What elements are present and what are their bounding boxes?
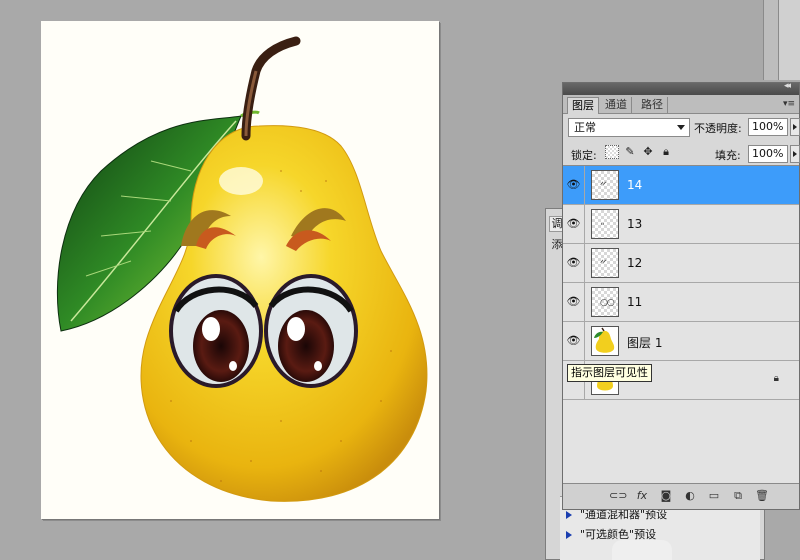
opacity-slider-button[interactable] — [790, 118, 800, 136]
layer-row[interactable]: 👁︎ ○○ 11 — [563, 283, 799, 322]
panel-dock-strip — [779, 0, 800, 80]
layer-name: 13 — [627, 217, 643, 231]
panel-menu-icon[interactable]: ▾≡ — [783, 99, 795, 109]
document-canvas[interactable] — [41, 21, 439, 519]
lock-transparent-icon[interactable] — [605, 145, 619, 159]
dropdown-arrow-icon — [677, 125, 685, 130]
tab-layers[interactable]: 图层 — [567, 97, 599, 114]
layer-row[interactable]: 👁︎ ᐟᐟ 14 — [563, 166, 799, 205]
eye-icon[interactable]: 👁︎ — [563, 166, 585, 204]
pear-artwork — [56, 36, 428, 502]
lock-icons: ✎ ✥ 🔒︎ — [605, 145, 673, 161]
opacity-input[interactable]: 100% — [748, 118, 788, 136]
trash-icon[interactable]: 🗑︎ — [753, 488, 771, 504]
layer-thumbnail: ᐟᐟ — [591, 248, 619, 278]
panel-tabs: 图层 通道 路径 ▾≡ — [563, 95, 799, 114]
lock-move-icon[interactable]: ✥ — [641, 145, 655, 159]
folder-icon[interactable]: ▭ — [705, 488, 723, 504]
pear-thumbnail — [591, 326, 619, 356]
new-layer-icon[interactable]: ⧉ — [729, 488, 747, 504]
footer-icons: ⊂⊃ fx ◙ ◐ ▭ ⧉ 🗑︎ — [609, 488, 771, 504]
layer-row[interactable]: 👁︎ 图层 1 — [563, 322, 799, 361]
fill-slider-button[interactable] — [790, 145, 800, 163]
blend-mode-select[interactable]: 正常 — [568, 118, 690, 137]
layer-row[interactable]: 👁︎ ·· 13 — [563, 205, 799, 244]
tab-paths[interactable]: 路径 — [637, 97, 668, 114]
layer-row[interactable]: 👁︎ ᐟᐟ 12 — [563, 244, 799, 283]
layer-thumbnail: ·· — [591, 209, 619, 239]
expand-triangle-icon[interactable] — [566, 531, 572, 539]
layer-name: 图层 1 — [627, 336, 663, 350]
opacity-label: 不透明度: — [694, 122, 742, 135]
layers-panel: ◂◂ 图层 通道 路径 ▾≡ 正常 不透明度: 100% 锁定: ✎ ✥ 🔒︎ … — [562, 81, 800, 510]
adjustment-icon[interactable]: ◐ — [681, 488, 699, 504]
layer-thumbnail: ○○ — [591, 287, 619, 317]
eye-icon[interactable]: 👁︎ — [563, 244, 585, 282]
panel-titlebar[interactable]: ◂◂ — [563, 81, 799, 95]
mask-icon[interactable]: ◙ — [657, 488, 675, 504]
double-chevron-icon[interactable]: ◂◂ — [784, 81, 791, 91]
watermark-blob — [612, 540, 672, 560]
layer-list: 👁︎ ᐟᐟ 14 👁︎ ·· 13 👁︎ ᐟᐟ 12 👁︎ ○○ 11 👁︎ 图… — [563, 165, 799, 483]
blend-mode-value: 正常 — [574, 121, 596, 134]
eye-icon[interactable]: 👁︎ — [563, 205, 585, 243]
layer-name: 14 — [627, 178, 643, 192]
eye-icon[interactable]: 👁︎ — [563, 322, 585, 360]
link-icon[interactable]: ⊂⊃ — [609, 488, 627, 504]
lock-brush-icon[interactable]: ✎ — [623, 145, 637, 159]
fill-input[interactable]: 100% — [748, 145, 788, 163]
layer-name: 12 — [627, 256, 643, 270]
layer-name: 11 — [627, 295, 643, 309]
expand-triangle-icon[interactable] — [566, 511, 572, 519]
lock-icon: 🔒︎ — [773, 373, 779, 384]
scrollbar-strip — [763, 0, 779, 80]
layer-thumbnail: ᐟᐟ — [591, 170, 619, 200]
visibility-tooltip: 指示图层可见性 — [567, 364, 652, 382]
eye-icon[interactable]: 👁︎ — [563, 283, 585, 321]
tab-channels[interactable]: 通道 — [601, 97, 632, 114]
lock-label: 锁定: — [571, 149, 597, 162]
panel-footer: ⊂⊃ fx ◙ ◐ ▭ ⧉ 🗑︎ — [563, 483, 799, 509]
lock-all-icon[interactable]: 🔒︎ — [659, 145, 673, 159]
fill-label: 填充: — [715, 149, 741, 162]
fx-icon[interactable]: fx — [633, 488, 651, 504]
